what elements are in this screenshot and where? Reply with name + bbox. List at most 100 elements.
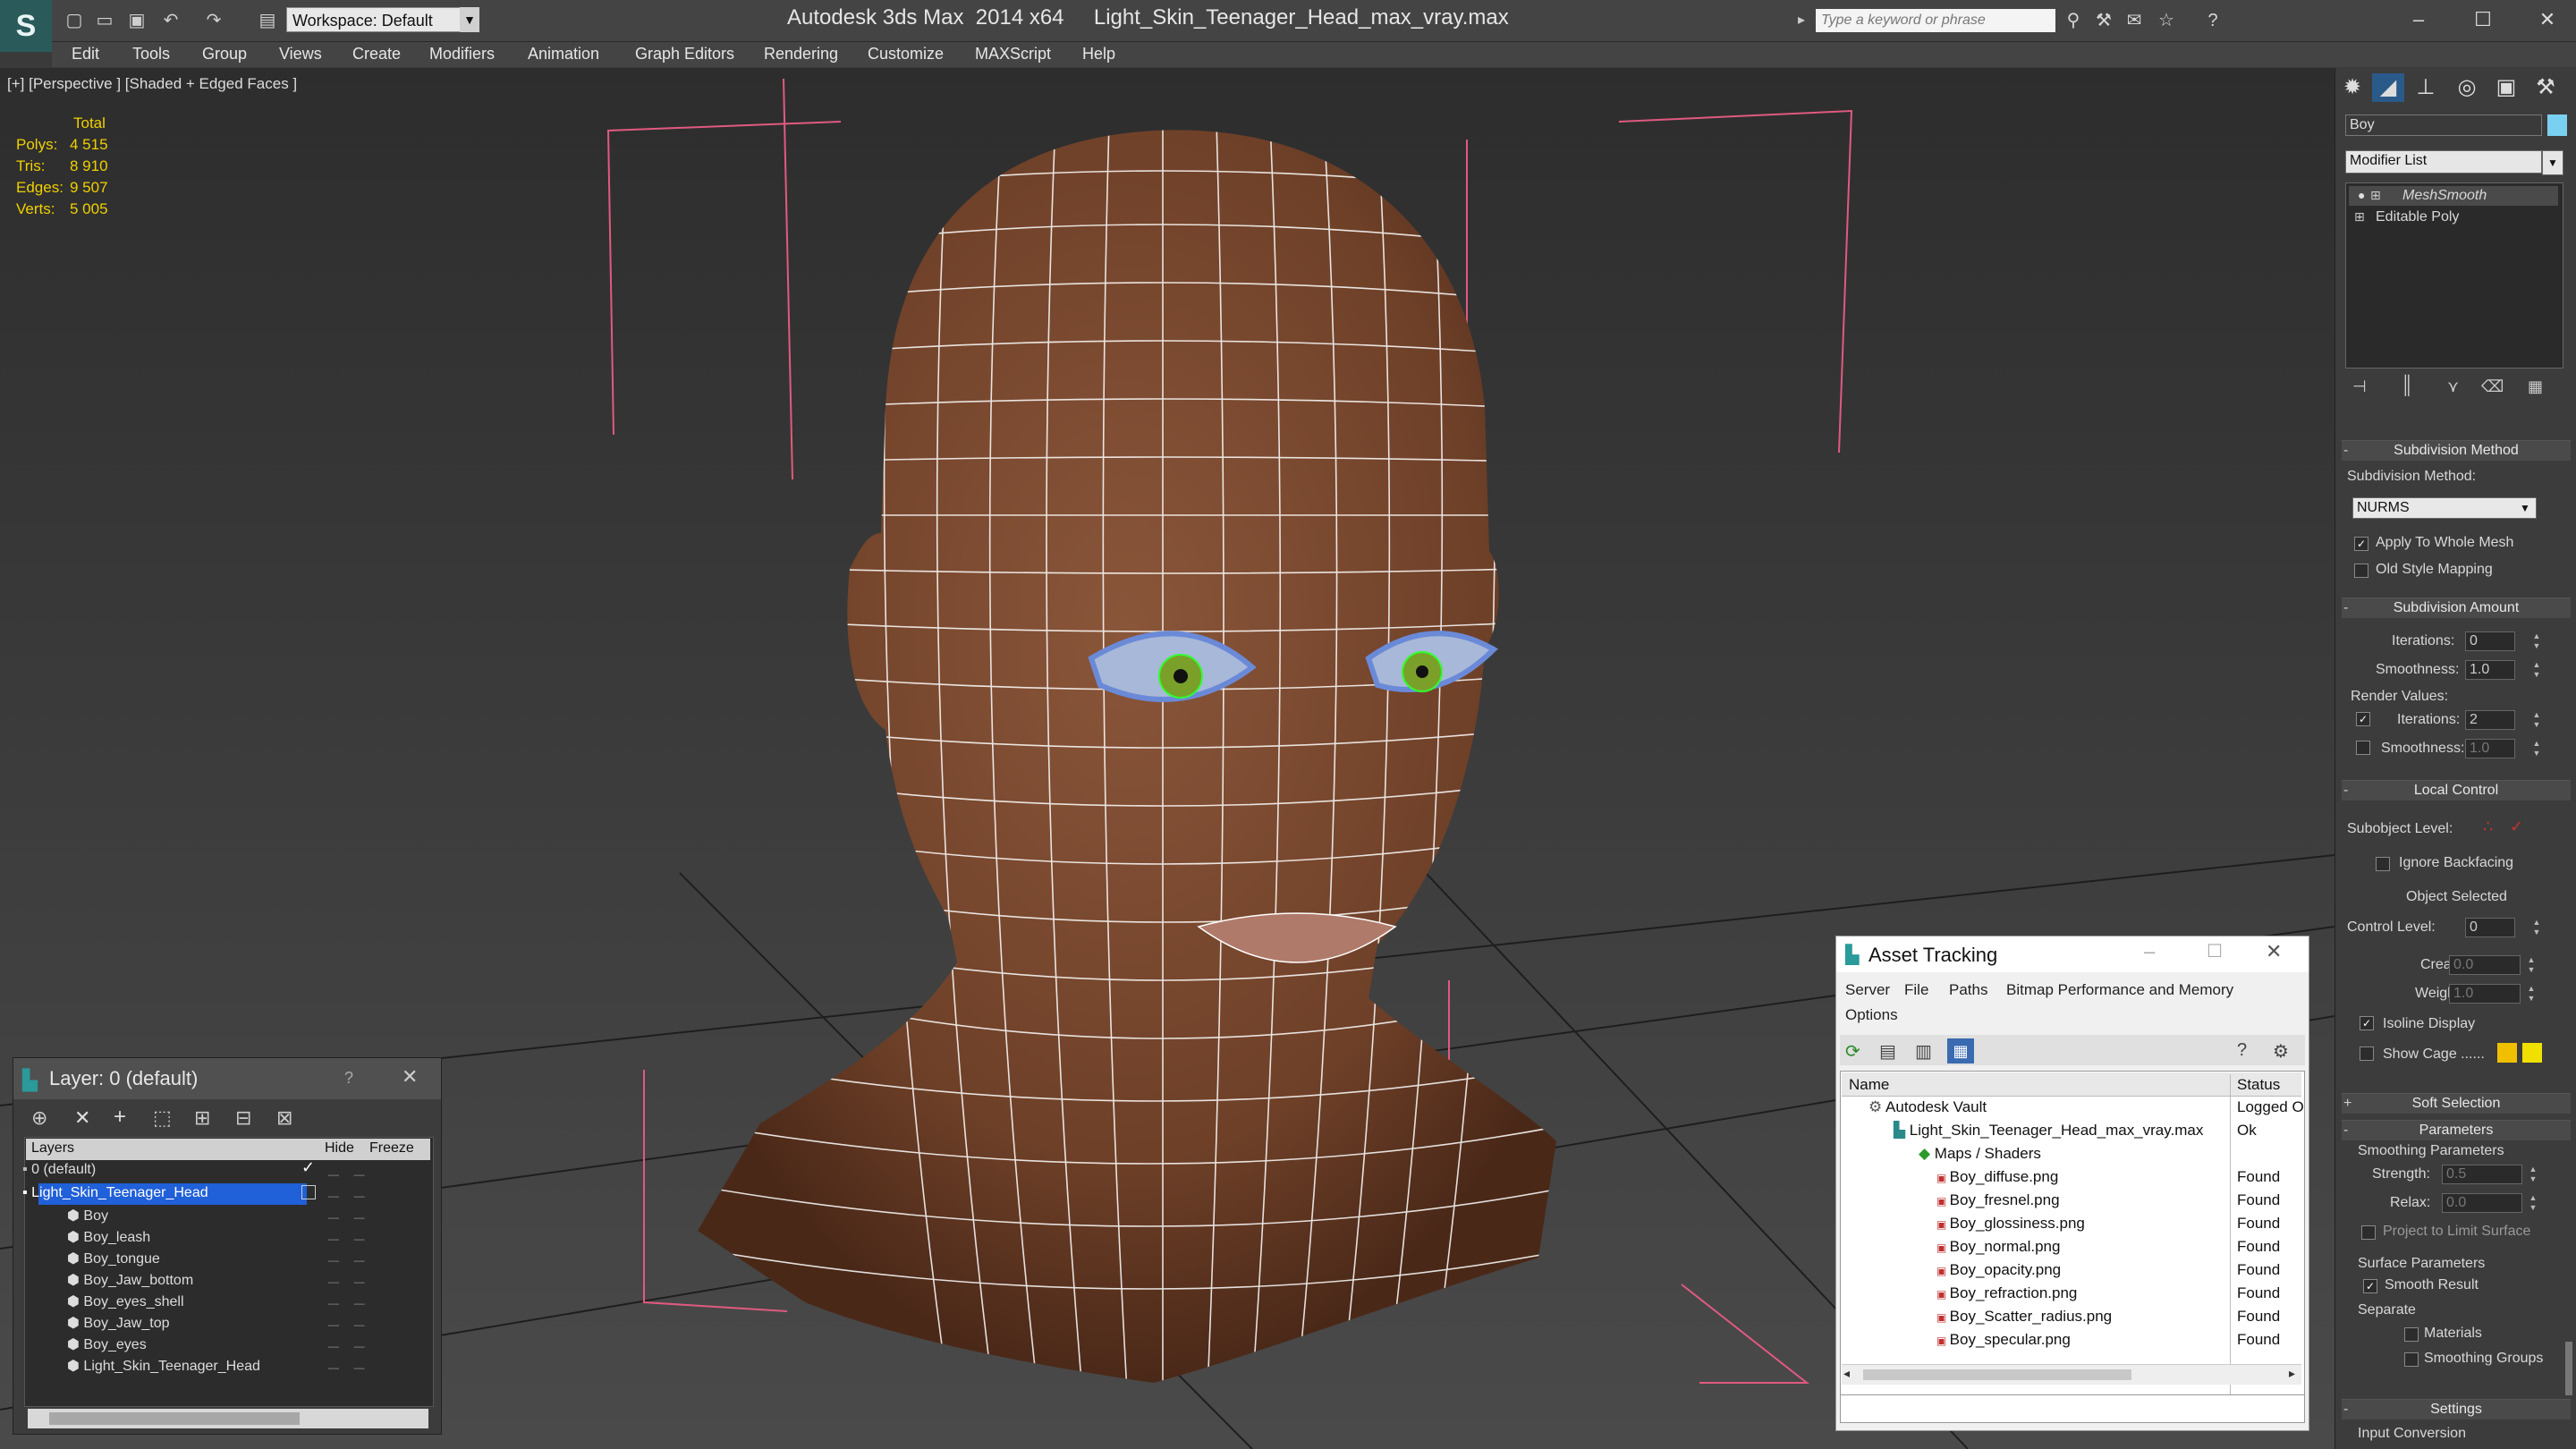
object-row[interactable]: ⬢ Light_Skin_Teenager_Head xyxy=(67,1357,260,1378)
menu-bitmap-performance[interactable]: Bitmap Performance and Memory xyxy=(2006,981,2233,999)
stack-item-editable-poly[interactable]: Editable Poly xyxy=(2376,209,2459,225)
object-row[interactable]: ⬢ Boy_tongue xyxy=(67,1250,160,1271)
asset-row[interactable]: ▣ Boy_diffuse.png Found xyxy=(1843,1165,2393,1189)
list-view-icon[interactable]: ▤ xyxy=(1879,1040,1896,1063)
menu-create[interactable]: Create xyxy=(352,45,401,64)
new-layer-icon[interactable]: ⊕ xyxy=(31,1106,47,1130)
remove-modifier-icon[interactable]: ⌫ xyxy=(2481,377,2504,396)
menu-options[interactable]: Options xyxy=(1845,1006,1898,1024)
control-level-spinner[interactable]: 0 xyxy=(2465,918,2515,937)
head-mesh[interactable] xyxy=(698,130,1556,1384)
layer-row[interactable]: ▪ 0 (default) xyxy=(22,1162,96,1183)
smoothness-spinner[interactable]: 1.0 xyxy=(2465,660,2515,680)
hierarchy-tab-icon[interactable]: ⊥ xyxy=(2410,73,2442,102)
settings-icon[interactable]: ⚙ xyxy=(2273,1040,2289,1063)
old-style-mapping-checkbox[interactable] xyxy=(2354,564,2368,578)
scroll-right-icon[interactable]: ▸ xyxy=(2289,1366,2295,1381)
refresh-icon[interactable]: ⟳ xyxy=(1845,1040,1860,1063)
help-icon[interactable]: ? xyxy=(2200,9,2225,32)
tree-view-icon[interactable]: ▥ xyxy=(1915,1040,1932,1063)
set-current-layer-icon[interactable]: ⊟ xyxy=(235,1106,251,1130)
object-name-field[interactable]: Boy xyxy=(2345,114,2542,136)
rollout-subdivision-amount[interactable]: - Subdivision Amount xyxy=(2342,597,2571,618)
menu-animation[interactable]: Animation xyxy=(528,45,599,64)
relax-spinner[interactable]: 0.0 xyxy=(2442,1193,2522,1213)
strength-spinner[interactable]: 0.5 xyxy=(2442,1165,2522,1184)
asset-row[interactable]: ▣ Boy_fresnel.png Found xyxy=(1843,1189,2393,1212)
select-layer-icon[interactable]: ⊞ xyxy=(194,1106,210,1130)
object-row[interactable]: ⬢ Boy_eyes_shell xyxy=(67,1292,184,1314)
rollout-parameters[interactable]: - Parameters xyxy=(2342,1120,2571,1140)
hide-freeze-toggles[interactable]: — — — — — — — — — — — — — — — — — — — — xyxy=(328,1164,418,1378)
object-row[interactable]: ⬢ Boy xyxy=(67,1207,108,1228)
menu-paths[interactable]: Paths xyxy=(1949,981,1987,999)
minimize-button[interactable]: – xyxy=(2394,4,2444,36)
delete-layer-icon[interactable]: ✕ xyxy=(74,1106,90,1130)
lightbulb-icon[interactable]: ● xyxy=(2358,188,2365,202)
save-file-icon[interactable]: ▣ xyxy=(125,9,148,32)
select-objects-icon[interactable]: ⬚ xyxy=(153,1106,172,1130)
pin-stack-icon[interactable]: ⊣ xyxy=(2352,377,2367,396)
menu-modifiers[interactable]: Modifiers xyxy=(429,45,495,64)
project-folder-icon[interactable]: ▤ xyxy=(256,9,279,32)
rollout-settings[interactable]: - Settings xyxy=(2342,1399,2571,1419)
new-file-icon[interactable]: ▢ xyxy=(63,9,86,32)
spinner-arrows-icon[interactable]: ▲ ▼ xyxy=(2526,955,2537,975)
make-unique-icon[interactable]: ⋎ xyxy=(2447,377,2459,396)
expand-plus-icon[interactable]: ⊞ xyxy=(2354,209,2365,225)
asset-row[interactable]: ▙ Light_Skin_Teenager_Head_max_vray.max O… xyxy=(1843,1119,2350,1142)
asset-row[interactable]: ⚙ Autodesk Vault Logged O xyxy=(1843,1096,2325,1119)
apply-whole-mesh-checkbox[interactable]: ✓ xyxy=(2354,537,2368,551)
redo-icon[interactable]: ↷ xyxy=(202,9,225,32)
column-freeze[interactable]: Freeze xyxy=(369,1140,414,1157)
object-row[interactable]: ⬢ Boy_eyes xyxy=(67,1335,147,1357)
menu-graph-editors[interactable]: Graph Editors xyxy=(635,45,734,64)
command-panel-scrollbar[interactable] xyxy=(2565,1342,2572,1395)
spinner-arrows-icon[interactable]: ▲ ▼ xyxy=(2528,1193,2538,1213)
modifier-list-dropdown[interactable]: Modifier List xyxy=(2345,150,2542,174)
maximize-button[interactable]: ☐ xyxy=(2458,4,2508,36)
workspace-dropdown[interactable]: Workspace: Default xyxy=(286,7,479,32)
asset-path-field[interactable] xyxy=(1840,1394,2305,1423)
display-tab-icon[interactable]: ▣ xyxy=(2490,73,2522,102)
cage-color-swatch-2[interactable] xyxy=(2522,1043,2542,1063)
show-cage-checkbox[interactable] xyxy=(2360,1046,2374,1061)
close-button[interactable]: ✕ xyxy=(2522,4,2572,36)
utilities-tab-icon[interactable]: ⚒ xyxy=(2529,73,2562,102)
object-row[interactable]: ⬢ Boy_Jaw_top xyxy=(67,1314,169,1335)
motion-tab-icon[interactable]: ◎ xyxy=(2451,73,2483,102)
crease-spinner[interactable]: 0.0 xyxy=(2449,955,2521,975)
help-icon[interactable]: ? xyxy=(2237,1040,2247,1061)
spinner-arrows-icon[interactable]: ▲ ▼ xyxy=(2531,710,2542,730)
render-smoothness-spinner[interactable]: 1.0 xyxy=(2465,739,2515,758)
open-file-icon[interactable]: ▭ xyxy=(93,9,116,32)
asset-row[interactable]: ▣ Boy_normal.png Found xyxy=(1843,1235,2393,1258)
isoline-display-checkbox[interactable]: ✓ xyxy=(2360,1016,2374,1030)
modify-tab-icon[interactable]: ◢ xyxy=(2372,73,2404,102)
asset-row[interactable]: ▣ Boy_Scatter_radius.png Found xyxy=(1843,1305,2393,1328)
object-row[interactable]: ⬢ Boy_leash xyxy=(67,1228,150,1250)
menu-server[interactable]: Server xyxy=(1845,981,1890,999)
cage-color-swatch-1[interactable] xyxy=(2497,1043,2517,1063)
layer-render-toggle[interactable] xyxy=(301,1185,316,1199)
asset-row[interactable]: ▣ Boy_refraction.png Found xyxy=(1843,1282,2393,1305)
layer-row-selected[interactable]: ▪ Light_Skin_Teenager_Head xyxy=(22,1185,208,1207)
chevron-down-icon[interactable]: ▼ xyxy=(2542,150,2563,175)
help-button[interactable]: ? xyxy=(344,1069,353,1088)
iterations-spinner[interactable]: 0 xyxy=(2465,631,2515,651)
configure-sets-icon[interactable]: ▦ xyxy=(2528,377,2543,396)
object-row[interactable]: ⬢ Boy_Jaw_bottom xyxy=(67,1271,193,1292)
communication-icon[interactable]: ✉ xyxy=(2122,9,2147,32)
chevron-down-icon[interactable]: ▼ xyxy=(2515,497,2535,519)
table-view-icon[interactable]: ▦ xyxy=(1947,1038,1974,1063)
rollout-subdivision-method[interactable]: - Subdivision Method xyxy=(2342,440,2571,461)
object-color-swatch[interactable] xyxy=(2547,114,2567,136)
subdivision-method-dropdown[interactable]: NURMS xyxy=(2352,497,2537,519)
binoculars-icon[interactable]: ⚲ xyxy=(2061,9,2086,32)
scrollbar-thumb[interactable] xyxy=(1863,1369,2131,1380)
column-status[interactable]: Status xyxy=(2237,1076,2280,1094)
asset-row[interactable]: ▣ Boy_specular.png Found xyxy=(1843,1328,2393,1352)
smoothing-groups-checkbox[interactable] xyxy=(2404,1352,2419,1367)
search-expand-icon[interactable]: ▸ xyxy=(1798,9,1812,32)
scroll-left-icon[interactable]: ◂ xyxy=(1843,1366,1850,1381)
